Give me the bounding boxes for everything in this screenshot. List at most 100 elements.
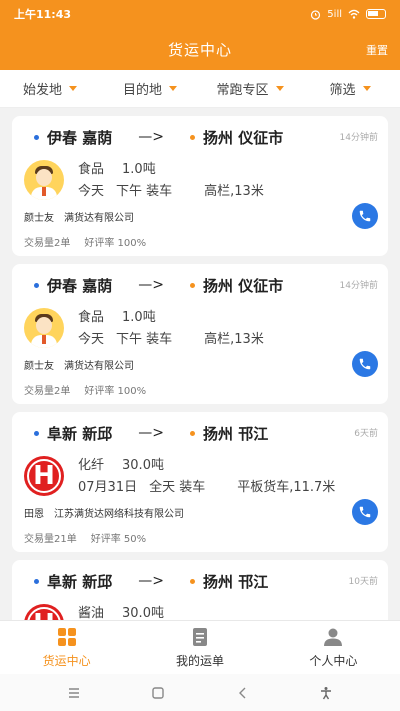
weight: 30.0吨 (122, 606, 164, 620)
rating: 好评率 100% (84, 386, 147, 397)
shipper-stats: 交易量2单 好评率 100% (24, 234, 146, 249)
call-button[interactable] (352, 203, 378, 229)
cargo-card[interactable]: 阜新 新邱 —> 扬州 邗江 10天前 H 酱油 30.0吨 (12, 560, 388, 620)
schedule-info: 今天 下午 装车 高栏,13米 (78, 328, 264, 347)
menu-icon (69, 687, 79, 698)
phone-icon (359, 506, 371, 518)
filter-screening[interactable]: 筛选 (300, 79, 400, 98)
load-day: 07月31日 (78, 480, 138, 495)
route: 伊春 嘉荫 —> 扬州 仪征市 (34, 274, 328, 296)
shipper-stats: 交易量2单 好评率 100% (24, 382, 146, 397)
load-day: 今天 (78, 184, 105, 199)
deal-count: 交易量21单 (24, 534, 77, 545)
shipper-info: 颜士友 满货达有限公司 (24, 357, 134, 372)
destination-dot-icon (189, 578, 195, 584)
cargo-info: 酱油 30.0吨 (78, 602, 164, 620)
back-nav-button[interactable] (231, 682, 253, 704)
home-nav-button[interactable] (147, 682, 169, 704)
document-icon (192, 628, 207, 646)
caret-down-icon (362, 86, 371, 91)
weight: 30.0吨 (122, 458, 164, 473)
logo-letter: H (33, 609, 55, 620)
contact-name: 颜士友 (24, 361, 54, 372)
time-ago: 14分钟前 (339, 133, 378, 143)
cargo-card[interactable]: 阜新 新邱 —> 扬州 邗江 6天前 H 化纤 30.0吨 07月31日 全天 装车… (12, 412, 388, 552)
system-nav-bar (0, 674, 400, 711)
bottom-tab-bar: 货运中心 我的运单 个人中心 (0, 620, 400, 674)
accessibility-icon (321, 686, 331, 699)
company-name: 满货达有限公司 (64, 213, 134, 224)
alarm-icon (311, 9, 321, 20)
filter-label: 常跑专区 (216, 83, 269, 98)
destination-dot-icon (189, 282, 195, 288)
filter-destination[interactable]: 目的地 (100, 79, 200, 98)
origin-dot-icon (34, 578, 39, 584)
origin-dot-icon (34, 134, 39, 140)
goods: 化纤 (78, 458, 105, 473)
company-name: 江苏满货达网络科技有限公司 (54, 509, 184, 520)
phone-icon (359, 210, 371, 222)
load-period: 全天 装车 (149, 480, 206, 495)
filter-frequent-routes[interactable]: 常跑专区 (200, 79, 300, 98)
call-button[interactable] (352, 499, 378, 525)
caret-down-icon (69, 86, 77, 91)
cargo-card[interactable]: 伊春 嘉荫 —> 扬州 仪征市 14分钟前 食品 1.0吨 今天 下午 装车 高栏,1… (12, 264, 388, 404)
route: 阜新 新邱 —> 扬州 邗江 (34, 570, 328, 592)
avatar-logo-icon: H (24, 604, 64, 620)
arrow-icon: —> (138, 425, 164, 441)
call-button[interactable] (352, 351, 378, 377)
filter-label: 目的地 (122, 83, 162, 98)
time-ago: 14分钟前 (339, 281, 378, 291)
home-square-icon (152, 686, 164, 699)
tab-freight-center[interactable]: 货运中心 (0, 621, 133, 674)
back-chevron-icon (239, 687, 246, 698)
destination: 扬州 邗江 (202, 424, 269, 443)
cargo-card[interactable]: 伊春 嘉荫 —> 扬州 仪征市 14分钟前 食品 1.0吨 今天 下午 装车 高栏,1… (12, 116, 388, 256)
phone-icon (359, 358, 371, 370)
status-bar: 上午11:43 5ill (0, 0, 400, 28)
destination: 扬州 邗江 (202, 572, 269, 591)
route: 阜新 新邱 —> 扬州 邗江 (34, 422, 328, 444)
company-name: 满货达有限公司 (64, 361, 134, 372)
tab-personal-center[interactable]: 个人中心 (267, 621, 400, 674)
filter-label: 筛选 (329, 83, 356, 98)
deal-count: 交易量2单 (24, 238, 71, 249)
destination: 扬州 仪征市 (202, 276, 284, 295)
destination: 扬州 仪征市 (202, 128, 284, 147)
cargo-info: 化纤 30.0吨 (78, 454, 164, 473)
arrow-icon: —> (138, 129, 164, 145)
accessibility-nav-button[interactable] (315, 682, 337, 704)
destination-dot-icon (189, 430, 195, 436)
logo-letter: H (33, 461, 55, 491)
truck-type: 高栏,13米 (204, 184, 264, 199)
avatar-person-icon (24, 308, 64, 348)
goods: 酱油 (78, 606, 105, 620)
origin: 伊春 嘉荫 (47, 276, 113, 295)
caret-down-icon (169, 86, 177, 91)
battery-icon (366, 9, 386, 19)
origin: 阜新 新邱 (47, 424, 113, 443)
grid-icon (57, 628, 76, 646)
truck-type: 高栏,13米 (204, 332, 264, 347)
cargo-list[interactable]: 伊春 嘉荫 —> 扬州 仪征市 14分钟前 食品 1.0吨 今天 下午 装车 高栏,1… (0, 108, 400, 620)
destination-dot-icon (189, 134, 195, 140)
arrow-icon: —> (138, 573, 164, 589)
avatar-person-icon (24, 160, 64, 200)
filter-origin[interactable]: 始发地 (0, 79, 100, 98)
rating: 好评率 50% (90, 534, 147, 545)
time-ago: 6天前 (354, 429, 378, 439)
route: 伊春 嘉荫 —> 扬州 仪征市 (34, 126, 328, 148)
page-title: 货运中心 (167, 40, 232, 59)
schedule-info: 07月31日 全天 装车 平板货车,11.7米 (78, 476, 335, 495)
load-day: 今天 (78, 332, 105, 347)
filter-label: 始发地 (22, 83, 62, 98)
load-period: 下午 装车 (116, 184, 173, 199)
title-bar: 货运中心 重置 (0, 28, 400, 70)
status-time: 上午11:43 (14, 8, 72, 21)
contact-name: 颜士友 (24, 213, 54, 224)
shipper-stats: 交易量21单 好评率 50% (24, 530, 146, 545)
reset-button[interactable]: 重置 (366, 42, 388, 58)
cargo-info: 食品 1.0吨 (78, 158, 156, 177)
tab-my-waybills[interactable]: 我的运单 (133, 621, 266, 674)
menu-nav-button[interactable] (63, 682, 85, 704)
